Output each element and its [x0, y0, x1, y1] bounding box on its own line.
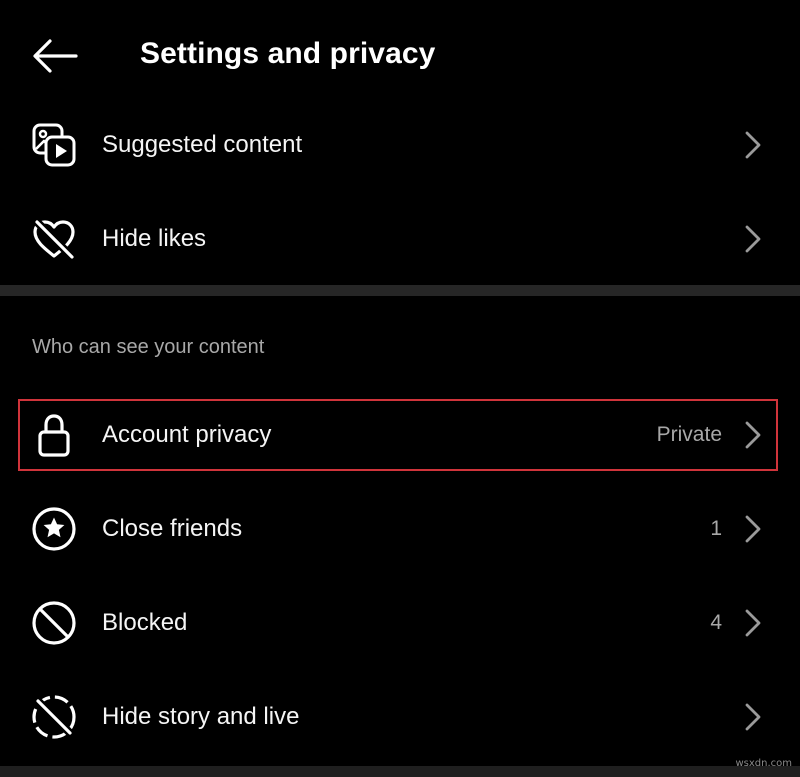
menu-item-label: Blocked	[102, 609, 188, 636]
section-title: Who can see your content	[32, 336, 265, 358]
menu-item-label: Account privacy	[102, 421, 272, 448]
menu-item-hide-story-and-live[interactable]: Hide story and live	[0, 670, 800, 764]
menu-item-account-privacy[interactable]: Account privacy Private	[0, 388, 800, 482]
lock-icon	[30, 411, 78, 459]
menu-item-value: 1	[710, 517, 722, 540]
menu-item-hide-likes[interactable]: Hide likes	[0, 192, 800, 286]
menu-item-label: Suggested content	[102, 131, 303, 158]
chevron-right-icon	[742, 512, 764, 546]
chevron-right-icon	[742, 128, 764, 162]
block-icon	[30, 599, 78, 647]
menu-item-blocked[interactable]: Blocked 4	[0, 576, 800, 670]
heart-slash-icon	[30, 215, 78, 263]
menu-item-label: Hide story and live	[102, 703, 300, 730]
menu-item-label: Hide likes	[102, 225, 207, 252]
page-title: Settings and privacy	[140, 37, 436, 70]
chevron-right-icon	[742, 606, 764, 640]
suggested-content-icon	[30, 121, 78, 169]
menu-item-label: Close friends	[102, 515, 243, 542]
back-button[interactable]	[28, 34, 80, 78]
chevron-right-icon	[742, 700, 764, 734]
arrow-left-icon	[33, 39, 78, 73]
menu-item-close-friends[interactable]: Close friends 1	[0, 482, 800, 576]
menu-item-suggested-content[interactable]: Suggested content	[0, 98, 800, 192]
chevron-right-icon	[742, 222, 764, 256]
watermark: wsxdn.com	[735, 758, 792, 769]
star-circle-icon	[30, 505, 78, 553]
story-slash-icon	[30, 693, 78, 741]
menu-item-value: 4	[710, 611, 722, 634]
chevron-right-icon	[742, 418, 764, 452]
bottom-divider	[0, 766, 800, 777]
header: Settings and privacy	[0, 0, 800, 108]
section-divider	[0, 285, 800, 296]
menu-item-value: Private	[656, 423, 722, 446]
